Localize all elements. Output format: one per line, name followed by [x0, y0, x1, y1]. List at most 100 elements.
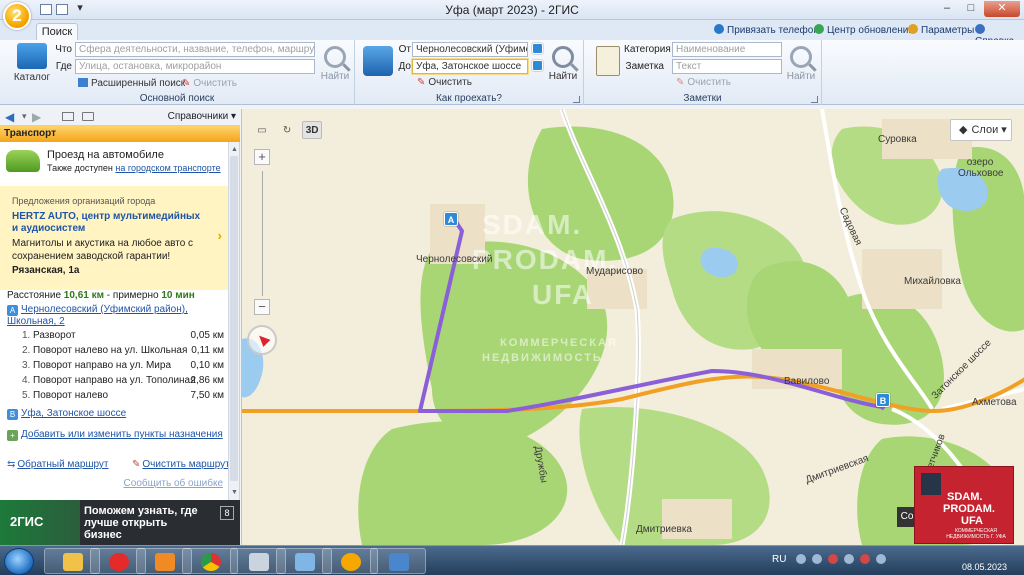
reverse-route[interactable]: ⇆ Обратный маршрут [7, 459, 109, 470]
promo-next-icon[interactable]: › [218, 228, 222, 243]
route-step[interactable]: 5. Поворот налево 7,50 км [22, 390, 224, 405]
note-input[interactable]: Текст [672, 59, 782, 74]
advanced-search-icon [78, 78, 88, 87]
where-input[interactable]: Улица, остановка, микрорайон [75, 59, 315, 74]
notes-dialog-launcher[interactable] [811, 96, 818, 103]
step-distance: 7,50 км [190, 390, 225, 401]
tray-icon[interactable] [844, 554, 854, 564]
clear-route-link[interactable]: Очистить маршрут [142, 459, 229, 470]
scroll-down-icon[interactable]: ▼ [231, 489, 238, 496]
clear-route[interactable]: ✎ Очистить маршрут [132, 459, 230, 470]
forward-arrow-icon[interactable]: ▶ [32, 110, 41, 124]
step-distance: 0,11 км [191, 345, 224, 356]
updates-link[interactable]: Центр обновлений [814, 24, 914, 36]
route-step[interactable]: 1. Разворот 0,05 км [22, 330, 224, 345]
promo-block[interactable]: Предложения организаций города HERTZ AUT… [0, 186, 228, 290]
banner-counter[interactable]: 8 [220, 506, 234, 520]
what-input[interactable]: Сфера деятельности, название, телефон, м… [75, 42, 315, 57]
opera-icon [109, 553, 129, 571]
window-icon [389, 553, 409, 571]
step-distance: 0,10 км [190, 360, 225, 371]
paint-icon [295, 553, 315, 571]
route-find-button[interactable]: Найти [548, 46, 578, 82]
catalog-button[interactable]: Каталог [10, 43, 54, 83]
end-point-link[interactable]: Уфа, Затонское шоссе [21, 408, 126, 419]
attach-phone-link[interactable]: Привязать телефон [714, 24, 819, 36]
from-input[interactable]: Чернолесовский (Уфимский р [412, 42, 528, 57]
app-logo-icon[interactable]: 2 [3, 2, 31, 30]
ruler-icon[interactable]: ▭ [252, 122, 272, 140]
distance-value: 10,61 км [63, 290, 105, 301]
report-error-link[interactable]: Сообщить об ошибке [124, 478, 223, 489]
notes-find-button[interactable]: Найти [786, 46, 816, 82]
directories-label: Справочники [167, 111, 229, 122]
add-points-link[interactable]: Добавить или изменить пункты назначения [21, 429, 223, 440]
print-icon[interactable] [62, 112, 74, 121]
zoom-in-button[interactable]: + [254, 149, 270, 165]
route-dialog-launcher[interactable] [573, 96, 580, 103]
route-step[interactable]: 2. Поворот налево на ул. Школьная 0,11 км [22, 345, 224, 360]
zoom-slider[interactable] [262, 171, 263, 296]
taskbar-window[interactable] [370, 548, 426, 574]
what-label: Что [55, 44, 72, 55]
to-marker-icon[interactable] [532, 60, 543, 71]
route-end-pin[interactable]: B [876, 393, 890, 407]
to-input[interactable]: Уфа, Затонское шоссе [412, 59, 528, 74]
tray-icon[interactable] [796, 554, 806, 564]
view-3d-button[interactable]: 3D [302, 121, 323, 139]
notes-icon [596, 46, 620, 76]
minimize-button[interactable]: – [936, 1, 958, 17]
layers-button[interactable]: ◆ Слои ▾ [950, 119, 1012, 141]
route-clear-button[interactable]: ✎ Очистить [417, 77, 472, 88]
maximize-button[interactable]: □ [960, 1, 982, 17]
back-arrow-icon[interactable]: ◀ [5, 110, 14, 124]
scroll-thumb[interactable] [230, 156, 238, 481]
left-panel-content: Проезд на автомобиле Также доступен на г… [0, 142, 240, 500]
tray-icon[interactable] [828, 554, 838, 564]
attach-phone-label: Привязать телефон [727, 25, 819, 36]
forest-area [358, 421, 568, 545]
notes-clear-button[interactable]: ✎ Очистить [676, 77, 731, 88]
catalog-icon [17, 43, 47, 69]
badge-line: КОММЕРЧЕСКАЯ НЕДВИЖИМОСТЬ Г. УФА [946, 528, 1006, 540]
tab-search[interactable]: Поиск [36, 23, 78, 41]
ad-banner[interactable]: 2ГИС Поможем узнать, где лучше открыть б… [0, 500, 240, 545]
reverse-route-link[interactable]: Обратный маршрут [17, 459, 108, 470]
promo-company[interactable]: HERTZ AUTO, центр мультимедийных и аудио… [12, 211, 202, 235]
start-button[interactable] [4, 548, 34, 575]
public-transport-link[interactable]: на городском транспорте [115, 163, 220, 173]
add-points[interactable]: + Добавить или изменить пункты назначения [7, 429, 223, 441]
language-indicator[interactable]: RU [772, 554, 786, 565]
start-point-link[interactable]: Чернолесовский (Уфимский район), Школьна… [7, 304, 188, 327]
compass-icon[interactable] [247, 325, 277, 355]
tray-icon[interactable] [876, 554, 886, 564]
back-dropdown-icon[interactable]: ▾ [22, 111, 27, 122]
tray-icon[interactable] [812, 554, 822, 564]
category-select[interactable]: Наименование [672, 42, 782, 57]
directories-dropdown[interactable]: Справочники ▾ [168, 111, 236, 122]
map-view[interactable]: SDAM. PRODAM. UFA КОММЕРЧЕСКАЯ НЕДВИЖИМО… [241, 109, 1024, 545]
route-start-pin[interactable]: A [444, 212, 458, 226]
close-button[interactable]: ✕ [984, 1, 1020, 17]
find-button[interactable]: Найти [320, 46, 350, 82]
save-icon[interactable] [82, 112, 94, 121]
settings-link[interactable]: Параметры [908, 24, 974, 36]
note-label: Заметка [625, 61, 664, 72]
route-step[interactable]: 3. Поворот направо на ул. Мира 0,10 км [22, 360, 224, 375]
clock-date[interactable]: 08.05.2023 [962, 562, 1007, 572]
from-marker-icon[interactable] [532, 43, 543, 54]
map-label: Суровка [878, 134, 917, 145]
map-label: Мударисово [586, 266, 644, 277]
rotate-icon[interactable]: ↻ [277, 122, 297, 140]
calculator-icon [249, 553, 269, 571]
tray-icon[interactable] [860, 554, 870, 564]
scroll-up-icon[interactable]: ▲ [231, 146, 238, 153]
route-step[interactable]: 4. Поворот направо на ул. Тополиная 2,86 к… [22, 375, 224, 390]
main-search-caption: Основной поиск [139, 93, 215, 104]
zoom-out-button[interactable]: − [254, 299, 270, 315]
step-number: 3. [22, 360, 31, 371]
advanced-search-button[interactable]: Расширенный поиск [78, 78, 185, 89]
route-caption: Как проехать? [435, 93, 502, 104]
clear-search-button[interactable]: ✎ Очистить [182, 78, 237, 89]
left-panel-scrollbar[interactable]: ▲ ▼ [228, 142, 239, 500]
